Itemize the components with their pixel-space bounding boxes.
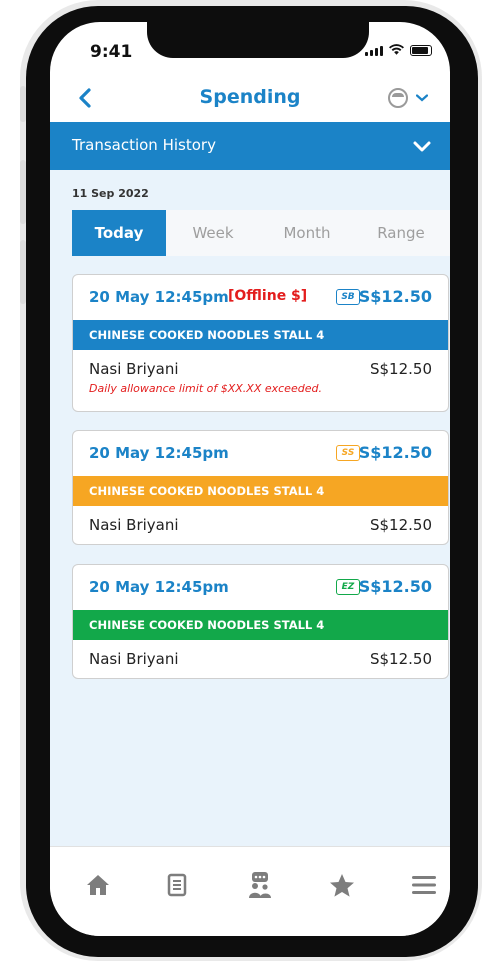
transaction-datetime: 20 May 12:45pm (89, 288, 229, 306)
item-price: S$12.50 (369, 516, 432, 534)
tab-range[interactable]: Range (354, 210, 448, 256)
transaction-header: 20 May 12:45pm EZ S$12.50 (73, 565, 448, 610)
transaction-header: 20 May 12:45pm SS S$12.50 (73, 431, 448, 476)
selected-date: 11 Sep 2022 (72, 187, 149, 200)
status-time: 9:41 (90, 42, 133, 62)
payment-badge: EZ (336, 579, 360, 595)
transaction-amount: S$12.50 (358, 577, 432, 596)
transaction-history-toggle[interactable]: Transaction History (50, 122, 450, 170)
chat-support-icon[interactable] (246, 871, 274, 899)
app-header: Spending (50, 80, 450, 120)
item-row: Nasi Briyani S$12.50 (73, 506, 448, 544)
chevron-down-icon (413, 141, 431, 152)
period-tabs: Today Week Month Range (72, 210, 450, 256)
transaction-amount: S$12.50 (358, 287, 432, 306)
transaction-history-label: Transaction History (72, 136, 216, 154)
item-name: Nasi Briyani (89, 516, 179, 534)
profile-menu[interactable] (388, 88, 428, 108)
home-icon[interactable] (84, 871, 112, 899)
wifi-icon (389, 44, 404, 55)
content-area: 11 Sep 2022 Today Week Month Range 20 Ma… (50, 170, 450, 846)
payment-badge: SB (336, 289, 360, 305)
item-name: Nasi Briyani (89, 650, 179, 668)
phone-screen: 9:41 Spending Transaction History 11 Sep… (50, 22, 450, 936)
star-icon[interactable] (328, 871, 356, 899)
tab-week[interactable]: Week (166, 210, 260, 256)
stall-name: CHINESE COOKED NOODLES STALL 4 (73, 476, 448, 506)
allowance-warning: Daily allowance limit of $XX.XX exceeded… (89, 382, 322, 395)
tab-month[interactable]: Month (260, 210, 354, 256)
stall-name: CHINESE COOKED NOODLES STALL 4 (73, 610, 448, 640)
item-price: S$12.50 (369, 360, 432, 378)
chevron-down-icon (416, 94, 428, 102)
transaction-header: 20 May 12:45pm [Offline $] SB S$12.50 (73, 275, 448, 320)
status-icons (365, 44, 432, 56)
item-row: Nasi Briyani S$12.50 (73, 640, 448, 678)
transaction-card[interactable]: 20 May 12:45pm SS S$12.50 CHINESE COOKED… (72, 430, 449, 545)
item-price: S$12.50 (369, 650, 432, 668)
offline-label: [Offline $] (228, 288, 308, 304)
item-name: Nasi Briyani (89, 360, 179, 378)
stall-name: CHINESE COOKED NOODLES STALL 4 (73, 320, 448, 350)
notch (147, 22, 369, 58)
battery-icon (410, 45, 432, 56)
bottom-nav (50, 846, 450, 936)
avatar-icon (388, 88, 408, 108)
receipt-icon[interactable] (163, 871, 191, 899)
payment-badge: SS (336, 445, 360, 461)
menu-icon[interactable] (410, 871, 438, 899)
tab-today[interactable]: Today (72, 210, 166, 256)
transaction-datetime: 20 May 12:45pm (89, 578, 229, 596)
transaction-datetime: 20 May 12:45pm (89, 444, 229, 462)
transaction-card[interactable]: 20 May 12:45pm EZ S$12.50 CHINESE COOKED… (72, 564, 449, 679)
transaction-amount: S$12.50 (358, 443, 432, 462)
transaction-card[interactable]: 20 May 12:45pm [Offline $] SB S$12.50 CH… (72, 274, 449, 412)
signal-icon (365, 46, 383, 56)
